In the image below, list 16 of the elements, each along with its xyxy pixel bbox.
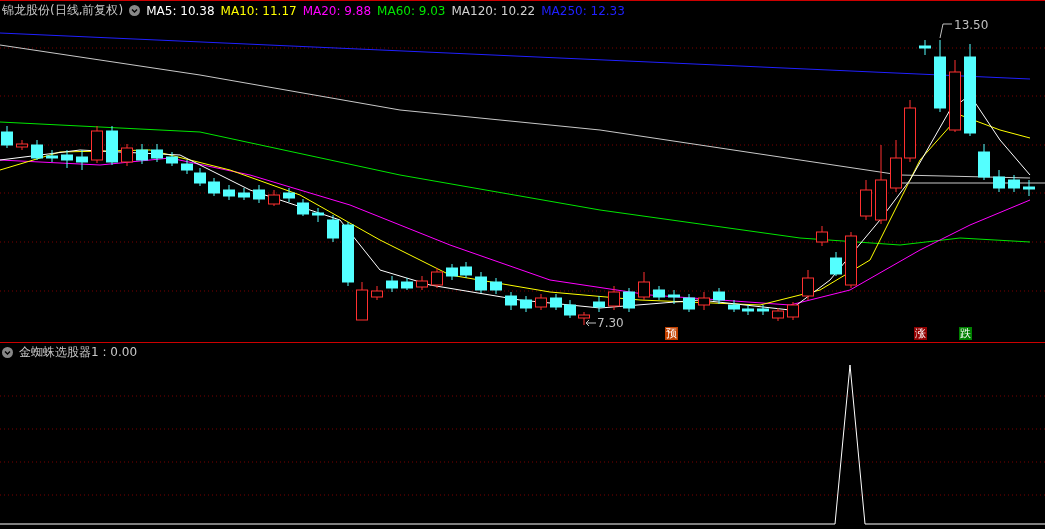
indicator-title: 金蜘蛛选股器1 : 0.00	[19, 344, 138, 361]
ma-legend-label: MA20: 9.88	[302, 3, 372, 18]
ma-legend-label: MA250: 12.33	[541, 3, 625, 18]
signal-marker: 跌	[959, 327, 972, 340]
ma-legend-label: MA60: 9.03	[377, 3, 446, 18]
signal-marker: 预	[665, 327, 678, 340]
collapse-icon[interactable]	[2, 347, 13, 358]
low-price-label: 7.30	[597, 316, 624, 330]
low-pointer-arrow	[585, 319, 597, 327]
high-price-label: 13.50	[954, 20, 989, 32]
ma-legend-label: MA10: 11.17	[220, 3, 297, 18]
ma-legend-label: MA120: 10.22	[451, 3, 536, 18]
ma-legend-label: MA5: 10.38	[146, 3, 215, 18]
dropdown-icon[interactable]	[129, 5, 141, 16]
signal-marker: 涨	[914, 327, 927, 340]
chart-title: 锦龙股份(日线,前复权)	[2, 2, 124, 19]
